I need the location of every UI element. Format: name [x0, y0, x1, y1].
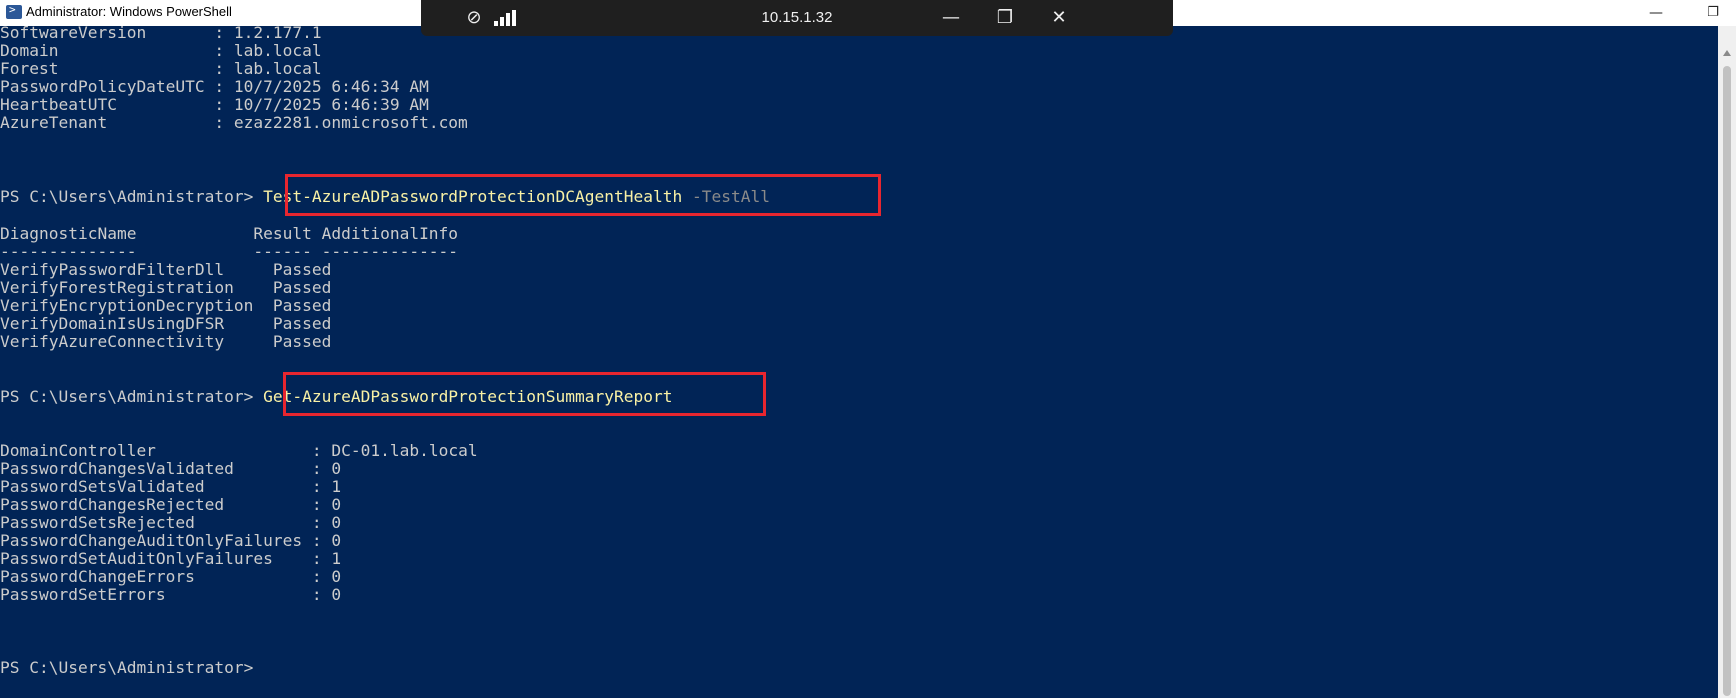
summary-line: PasswordChangeAuditOnlyFailures : 0 [0, 531, 342, 550]
status-line: AzureTenant : ezaz2281.onmicrosoft.com [0, 113, 468, 132]
powershell-icon [6, 3, 22, 19]
maximize-button[interactable]: ❐ [1690, 0, 1736, 26]
scrollbar-thumb[interactable] [1723, 66, 1731, 696]
highlight-box [285, 174, 881, 216]
scroll-up-arrow-icon[interactable] [1723, 50, 1731, 56]
minimize-button[interactable]: — [1633, 0, 1679, 26]
prompt: PS C:\Users\Administrator> [0, 387, 254, 406]
table-separator: -------------- ------ -------------- [0, 242, 459, 261]
console-output[interactable]: SoftwareVersion : 1.2.177.1 Domain : lab… [0, 24, 1718, 698]
summary-line: PasswordChangesRejected : 0 [0, 495, 342, 514]
prompt: PS C:\Users\Administrator> [0, 658, 254, 677]
table-row: VerifyPasswordFilterDll Passed [0, 260, 332, 279]
prompt-line[interactable]: PS C:\Users\Administrator> [0, 659, 253, 677]
summary-line: PasswordSetErrors : 0 [0, 585, 342, 604]
summary-line: PasswordChangesValidated : 0 [0, 459, 342, 478]
table-row: VerifyEncryptionDecryption Passed [0, 296, 332, 315]
status-line: HeartbeatUTC : 10/7/2025 6:46:39 AM [0, 95, 429, 114]
status-line: Forest : lab.local [0, 59, 322, 78]
table-row: VerifyDomainIsUsingDFSR Passed [0, 314, 332, 333]
summary-line: PasswordSetsValidated : 1 [0, 477, 342, 496]
summary-line: PasswordSetAuditOnlyFailures : 1 [0, 549, 342, 568]
highlight-box [283, 372, 766, 416]
summary-line: PasswordSetsRejected : 0 [0, 513, 342, 532]
status-line: SoftwareVersion : 1.2.177.1 [0, 23, 322, 42]
vertical-scrollbar[interactable] [1718, 26, 1736, 698]
table-header: DiagnosticName Result AdditionalInfo [0, 224, 459, 243]
window-title: Administrator: Windows PowerShell [26, 4, 232, 19]
table-row: VerifyForestRegistration Passed [0, 278, 332, 297]
prompt: PS C:\Users\Administrator> [0, 187, 254, 206]
table-row: VerifyAzureConnectivity Passed [0, 332, 332, 351]
status-line: Domain : lab.local [0, 41, 322, 60]
status-line: PasswordPolicyDateUTC : 10/7/2025 6:46:3… [0, 77, 429, 96]
summary-line: DomainController : DC-01.lab.local [0, 441, 478, 460]
summary-line: PasswordChangeErrors : 0 [0, 567, 342, 586]
